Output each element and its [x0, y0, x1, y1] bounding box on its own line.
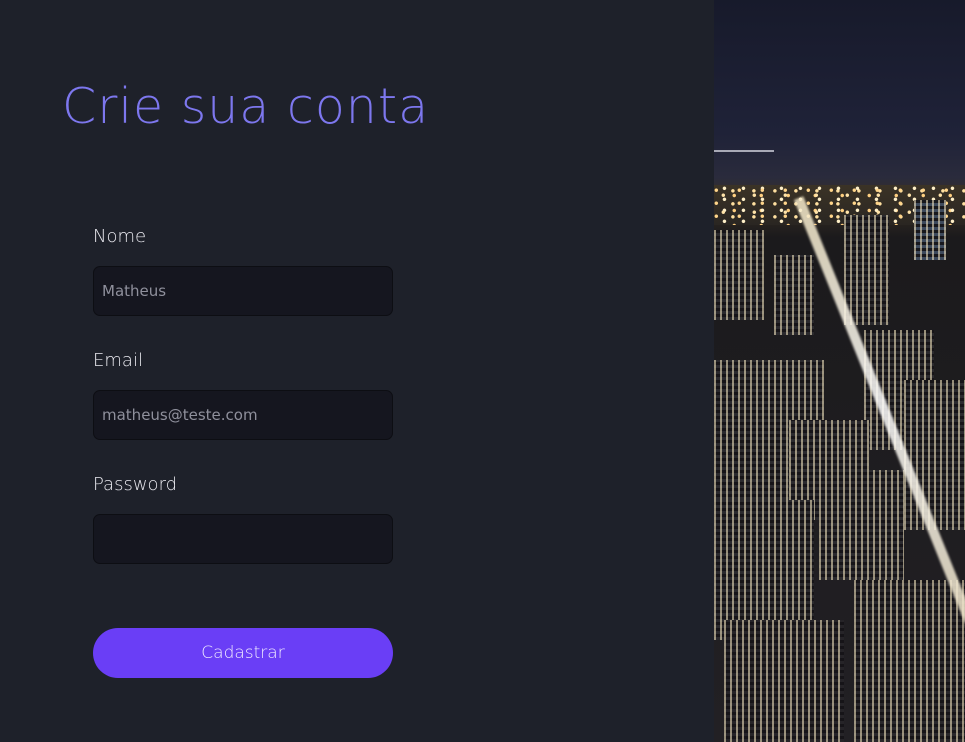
building [724, 620, 844, 742]
building [904, 380, 965, 530]
email-input[interactable] [93, 390, 393, 440]
page-title: Crie sua conta [62, 78, 430, 135]
signup-form-panel: Crie sua conta Nome Email Password Cadas… [0, 0, 714, 742]
building [819, 470, 904, 580]
name-input[interactable] [93, 266, 393, 316]
building [714, 500, 814, 640]
name-label: Nome [93, 226, 147, 247]
building [774, 255, 814, 335]
signup-page: Crie sua conta Nome Email Password Cadas… [0, 0, 965, 742]
building [914, 200, 946, 260]
password-input[interactable] [93, 514, 393, 564]
building [854, 580, 965, 742]
password-label: Password [93, 474, 178, 495]
email-label: Email [93, 350, 143, 371]
building [714, 230, 764, 320]
building [844, 215, 889, 325]
sky-streak [714, 150, 774, 152]
city-night-image [714, 0, 965, 742]
submit-button[interactable]: Cadastrar [93, 628, 393, 678]
